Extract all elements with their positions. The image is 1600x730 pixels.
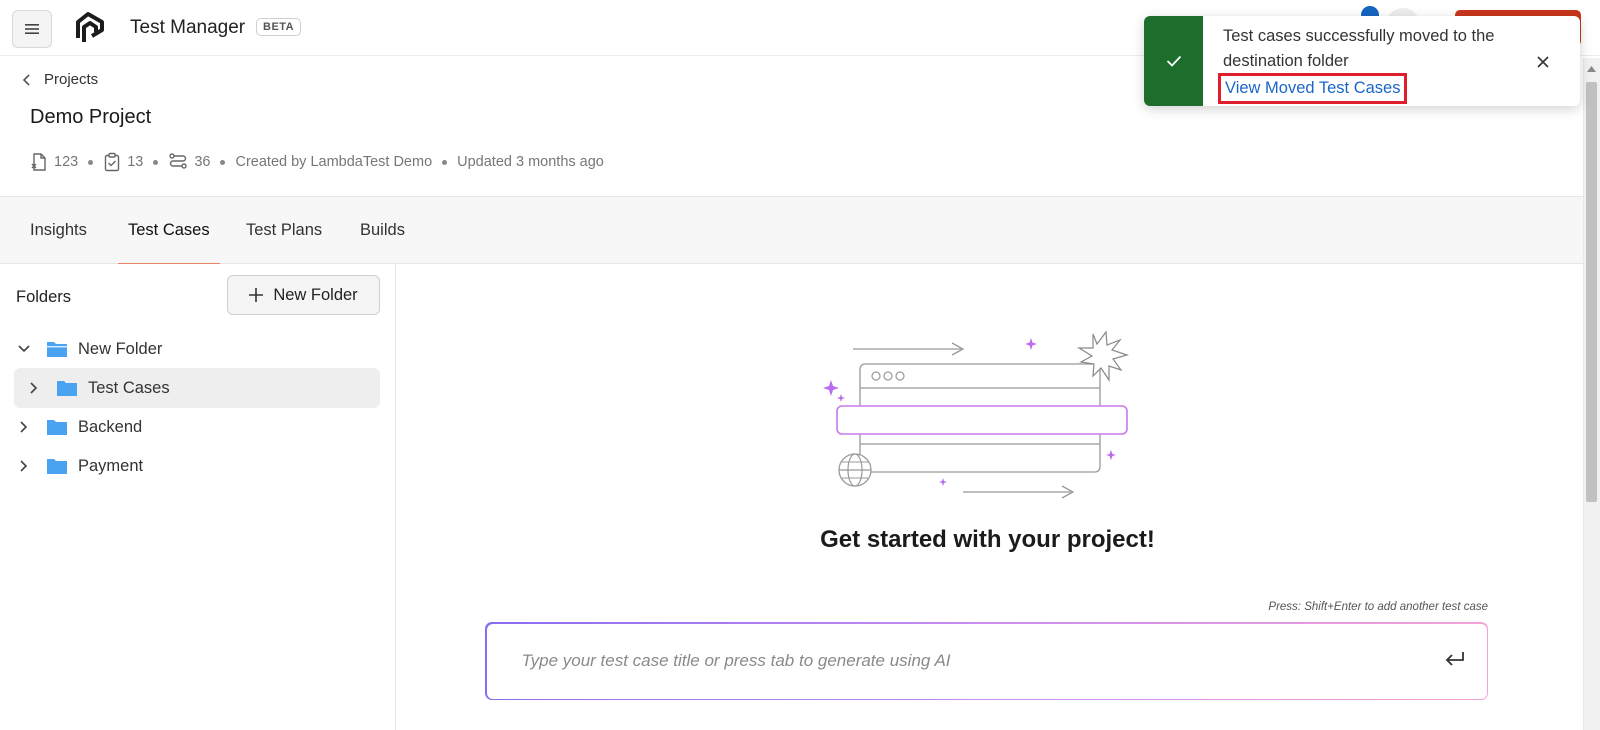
scroll-up-arrow-icon[interactable] [1587, 66, 1596, 72]
chevron-down-icon[interactable] [14, 345, 34, 353]
beta-badge: BETA [256, 18, 302, 36]
separator-dot [220, 159, 226, 165]
project-tabs: Insights Test Cases Test Plans Builds [0, 196, 1600, 265]
workflow-icon [169, 153, 188, 169]
hamburger-menu-button[interactable] [12, 10, 52, 48]
tab-builds[interactable]: Builds [350, 197, 415, 265]
chevron-right-icon[interactable] [24, 382, 44, 394]
enter-key-icon[interactable] [1444, 650, 1466, 668]
folder-backend[interactable]: Backend [14, 407, 380, 447]
success-toast: Test cases successfully moved to the des… [1144, 16, 1580, 106]
separator-dot [153, 159, 159, 165]
tab-insights[interactable]: Insights [20, 197, 97, 265]
scrollbar-thumb[interactable] [1586, 82, 1597, 502]
toast-status-strip [1144, 16, 1203, 106]
separator-dot [442, 159, 448, 165]
folders-sidebar: Folders New Folder New Folder Test Cases [0, 264, 396, 730]
close-icon [1537, 56, 1549, 68]
toast-close-button[interactable] [1533, 52, 1553, 72]
folders-heading: Folders [16, 288, 72, 306]
project-title: Demo Project [30, 106, 152, 128]
chevron-left-icon [22, 73, 30, 86]
build-count: 36 [168, 152, 210, 172]
tab-test-cases[interactable]: Test Cases [118, 197, 220, 265]
clipboard-check-icon [105, 152, 120, 172]
view-moved-test-cases-link[interactable]: View Moved Test Cases [1218, 73, 1408, 104]
folder-icon [57, 381, 77, 396]
hamburger-icon [25, 24, 39, 34]
breadcrumb-projects[interactable]: Projects [44, 71, 98, 88]
toast-message: Test cases successfully moved to the des… [1223, 27, 1495, 70]
project-meta: 123 13 36 Created by LambdaTest Demo Upd… [30, 152, 604, 172]
folder-open-icon [47, 342, 67, 357]
app-title: Test Manager [130, 17, 246, 38]
chevron-right-icon[interactable] [14, 460, 34, 472]
test-case-title-input[interactable] [486, 623, 1487, 699]
chevron-right-icon[interactable] [14, 421, 34, 433]
test-plan-count: 13 [103, 152, 143, 172]
test-case-input-wrapper [485, 622, 1488, 700]
created-by: Created by LambdaTest Demo [235, 154, 433, 170]
shortcut-hint: Press: Shift+Enter to add another test c… [1268, 601, 1488, 613]
plus-icon [249, 288, 264, 302]
empty-state-illustration [823, 330, 1130, 499]
test-case-count: 123 [30, 152, 78, 172]
tab-test-plans[interactable]: Test Plans [236, 197, 332, 265]
updated-time: Updated 3 months ago [457, 154, 604, 170]
separator-dot [88, 159, 94, 165]
folder-icon [47, 459, 67, 474]
new-folder-button[interactable]: New Folder [227, 275, 380, 315]
test-case-icon [31, 153, 46, 171]
checkmark-icon [1166, 55, 1181, 67]
folder-icon [47, 420, 67, 435]
empty-state-headline: Get started with your project! [820, 526, 1155, 553]
folder-new-folder[interactable]: New Folder [14, 329, 380, 369]
main-content: Get started with your project! Press: Sh… [397, 264, 1600, 730]
folder-test-cases[interactable]: Test Cases [14, 368, 380, 408]
breadcrumb[interactable]: Projects [22, 71, 98, 88]
folder-payment[interactable]: Payment [14, 446, 380, 486]
lambdatest-logo[interactable] [70, 8, 110, 48]
